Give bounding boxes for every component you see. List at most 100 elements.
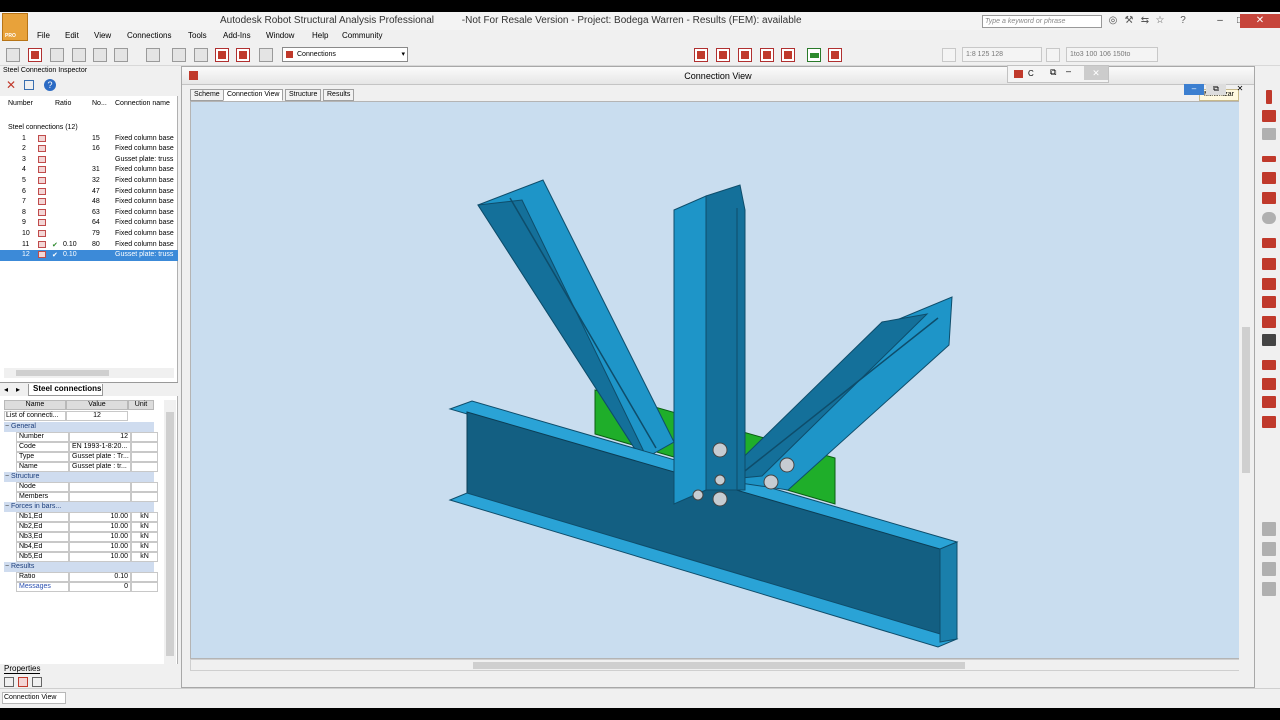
property-row[interactable]: Number 12 <box>4 432 158 442</box>
tab-results[interactable]: Results <box>323 89 355 101</box>
edit-icon[interactable] <box>24 80 34 90</box>
beam-column-icon[interactable] <box>1262 192 1276 204</box>
help-icon[interactable]: ? <box>44 79 56 91</box>
scroll-thumb[interactable] <box>473 662 965 669</box>
bracing-icon[interactable] <box>1262 416 1276 428</box>
print-icon[interactable] <box>50 48 64 62</box>
preview-icon[interactable] <box>93 48 107 62</box>
view-vscrollbar[interactable] <box>1239 101 1253 671</box>
web-plate-icon[interactable] <box>1262 316 1276 328</box>
search-input[interactable]: Type a keyword or phrase <box>982 15 1102 28</box>
connection-row[interactable]: 2 16 Fixed column base <box>0 144 178 155</box>
property-row[interactable]: Name Gusset plate : tr... <box>4 462 158 472</box>
property-group[interactable]: Forces in bars... <box>4 502 154 512</box>
table-icon[interactable] <box>259 48 273 62</box>
tab-structure[interactable]: Structure <box>285 89 322 101</box>
property-row[interactable]: Nb4,Ed 10.00 kN <box>4 542 158 552</box>
tab-next-icon[interactable]: ▸ <box>16 385 20 394</box>
connection-row[interactable]: 11 ✔ 0.10 80 Fixed column base <box>0 240 178 251</box>
pinned-base-icon[interactable] <box>1262 128 1276 140</box>
delete-icon[interactable]: ✕ <box>6 78 16 92</box>
tools-icon[interactable] <box>236 48 250 62</box>
property-row[interactable]: Ratio 0.10 <box>4 572 158 582</box>
zoom-in-icon[interactable] <box>172 48 186 62</box>
zoom-out-icon[interactable] <box>194 48 208 62</box>
connection-result-2-icon[interactable] <box>828 48 842 62</box>
connection-row[interactable]: 1 15 Fixed column base <box>0 134 178 145</box>
property-row[interactable]: Nb3,Ed 10.00 kN <box>4 532 158 542</box>
property-group[interactable]: Results <box>4 562 154 572</box>
beam-splice-icon[interactable] <box>1262 156 1276 162</box>
mdi-restore-icon[interactable]: ⧉ <box>1206 84 1226 95</box>
property-value[interactable] <box>69 492 131 502</box>
section-combo[interactable]: 1to3 100 106 150to <box>1066 47 1158 62</box>
menu-window[interactable]: Window <box>266 31 294 40</box>
star-icon[interactable]: ☆ <box>1154 15 1166 27</box>
property-group[interactable]: Structure <box>4 472 154 482</box>
property-value[interactable]: 0 <box>69 582 131 592</box>
screen-capture-icon[interactable] <box>72 48 86 62</box>
property-value[interactable]: 10.00 <box>69 552 131 562</box>
exchange-icon[interactable]: ⇆ <box>1139 15 1151 27</box>
wrench-icon[interactable]: ⚒ <box>1123 15 1135 27</box>
property-group[interactable]: General <box>4 422 154 432</box>
connection-type-5-icon[interactable] <box>781 48 795 62</box>
floating-child-window[interactable]: C ⧉ – ✕ <box>1007 65 1109 83</box>
end-plate-icon[interactable] <box>1262 258 1276 270</box>
property-value[interactable]: 10.00 <box>69 512 131 522</box>
menu-connections[interactable]: Connections <box>127 31 171 40</box>
property-value[interactable]: Gusset plate : Tr... <box>69 452 131 462</box>
rotate-icon[interactable] <box>215 48 229 62</box>
mdi-close-icon[interactable]: ✕ <box>1230 84 1250 95</box>
tab-steel-connections[interactable]: Steel connections <box>28 384 103 396</box>
connection-result-1-icon[interactable] <box>807 48 821 62</box>
tab-connection-view[interactable]: Connection View <box>223 89 284 101</box>
column-no[interactable]: No... <box>92 100 107 107</box>
filter-icon[interactable] <box>18 677 28 687</box>
selection-combo[interactable]: Connections ▾ <box>282 47 408 62</box>
property-value[interactable]: EN 1993-1-8:20... <box>69 442 131 452</box>
menu-file[interactable]: File <box>37 31 50 40</box>
property-value[interactable]: 10.00 <box>69 522 131 532</box>
property-row[interactable]: Code EN 1993-1-8:20... <box>4 442 158 452</box>
menu-edit[interactable]: Edit <box>65 31 79 40</box>
menu-add-ins[interactable]: Add-Ins <box>223 31 251 40</box>
property-row[interactable]: Node <box>4 482 158 492</box>
camera-icon[interactable] <box>114 48 128 62</box>
tube-joint-icon[interactable] <box>1262 360 1276 370</box>
scroll-thumb[interactable] <box>16 370 109 376</box>
view-hscrollbar[interactable] <box>190 659 1246 671</box>
property-row[interactable]: Members <box>4 492 158 502</box>
menu-community[interactable]: Community <box>342 31 382 40</box>
column-splice-icon[interactable] <box>1262 296 1276 308</box>
settings-icon[interactable] <box>32 677 42 687</box>
property-value[interactable]: 0.10 <box>69 572 131 582</box>
frame-knee-icon[interactable] <box>1262 172 1276 184</box>
tree-root[interactable]: Steel connections (12) <box>0 123 178 134</box>
connection-type-3-icon[interactable] <box>738 48 752 62</box>
save-icon[interactable] <box>28 48 42 62</box>
column-ratio[interactable]: Ratio <box>55 100 71 107</box>
connection-row[interactable]: 10 79 Fixed column base <box>0 229 178 240</box>
connection-type-4-icon[interactable] <box>760 48 774 62</box>
calc-4-icon[interactable] <box>1262 582 1276 596</box>
property-row[interactable]: Messages 0 <box>4 582 158 592</box>
property-row[interactable]: Type Gusset plate : Tr... <box>4 452 158 462</box>
inspector-hscrollbar[interactable] <box>4 368 174 378</box>
pipe-joint-icon[interactable] <box>1262 212 1276 224</box>
connection-row[interactable]: 7 48 Fixed column base <box>0 197 178 208</box>
connection-row[interactable]: 4 31 Fixed column base <box>0 165 178 176</box>
tab-scheme[interactable]: Scheme <box>190 89 224 101</box>
connection-row[interactable]: 5 32 Fixed column base <box>0 176 178 187</box>
property-value[interactable]: 10.00 <box>69 542 131 552</box>
tab-prev-icon[interactable]: ◂ <box>4 385 8 394</box>
menu-help[interactable]: Help <box>312 31 328 40</box>
property-row[interactable]: Nb5,Ed 10.00 kN <box>4 552 158 562</box>
prop-row-list[interactable]: List of connecti... 12 <box>4 411 154 421</box>
prop-list-value[interactable]: 12 <box>66 411 128 421</box>
sort-icon[interactable] <box>4 677 14 687</box>
flange-plate-icon[interactable] <box>1262 278 1276 290</box>
scroll-thumb[interactable] <box>1242 327 1250 473</box>
column-base-icon[interactable] <box>1266 90 1272 104</box>
scale-icon[interactable] <box>942 48 956 62</box>
